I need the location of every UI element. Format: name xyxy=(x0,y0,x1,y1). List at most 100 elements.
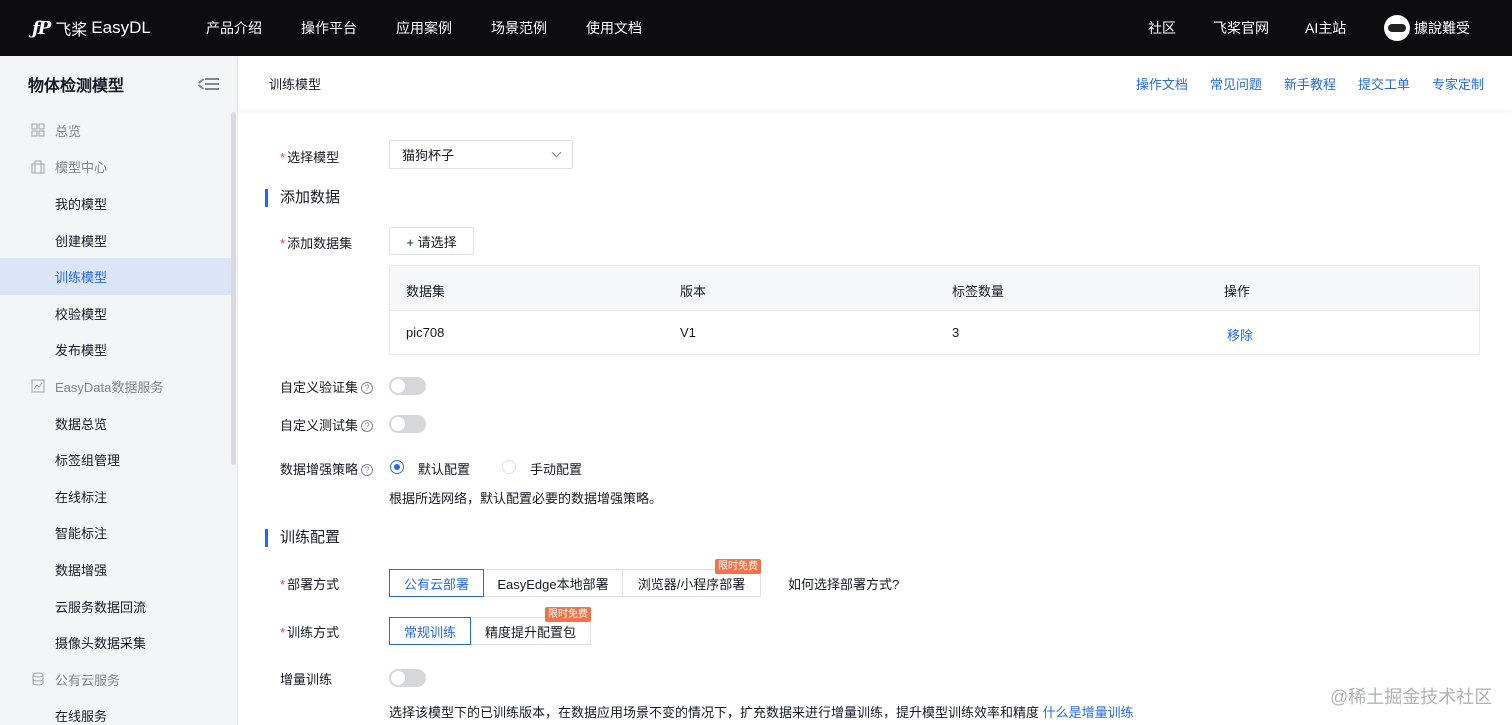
col-dataset: 数据集 xyxy=(406,284,446,299)
logo[interactable]: ƒP 飞桨 EasyDL xyxy=(32,16,182,40)
sidebar-item-label: 创建模型 xyxy=(55,233,108,249)
header-links: 操作文档 常见问题 新手教程 提交工单 专家定制 xyxy=(1114,56,1484,110)
sidebar-item[interactable]: 发布模型 xyxy=(0,332,232,369)
nav-item-products[interactable]: 产品介绍 xyxy=(206,18,262,38)
sidebar-item-label: 摄像头数据采集 xyxy=(55,636,147,652)
watermark: @稀土掘金技术社区 xyxy=(1330,687,1493,707)
train-mode-label: * 训练方式 xyxy=(280,625,340,640)
breadcrumb: 训练模型 xyxy=(269,76,322,92)
nav-item-platform[interactable]: 操作平台 xyxy=(301,18,357,38)
sidebar-item[interactable]: 总览 xyxy=(0,112,232,149)
incremental-help-link[interactable]: 什么是增量训练 xyxy=(1043,705,1134,720)
model-select[interactable]: 猫狗杯子 xyxy=(389,140,573,169)
help-icon[interactable]: ? xyxy=(361,382,374,394)
radio-default-label: 默认配置 xyxy=(418,462,471,477)
collapse-sidebar-icon[interactable] xyxy=(198,77,219,91)
sidebar-item-label: 发布模型 xyxy=(55,343,108,359)
radio-default-config[interactable] xyxy=(390,460,404,474)
deploy-public-cloud[interactable]: 公有云部署 xyxy=(389,569,484,597)
avatar xyxy=(1384,15,1410,41)
incremental-switch[interactable] xyxy=(389,669,426,687)
paddle-logo-icon: ƒP xyxy=(32,17,51,39)
add-dataset-button[interactable]: + 请选择 xyxy=(389,227,474,255)
link-tutorial[interactable]: 新手教程 xyxy=(1284,74,1336,93)
deploy-help-link[interactable]: 如何选择部署方式? xyxy=(788,574,899,593)
cell-labels: 3 xyxy=(952,325,960,340)
sidebar-item-label: 数据增强 xyxy=(55,562,108,578)
incremental-hint: 选择该模型下的已训练版本，在数据应用场景不变的情况下，扩充数据来进行增量训练，提… xyxy=(389,705,1134,720)
sidebar-item[interactable]: 在线标注 xyxy=(0,478,232,515)
sidebar-item[interactable]: 在线服务 xyxy=(0,698,232,725)
train-form: * 选择模型 猫狗杯子 添加数据 * 添加数据集 + 请选择 数据集 版本 标签数量… xyxy=(238,110,1512,725)
nav-item-paddle-site[interactable]: 飞桨官网 xyxy=(1213,18,1269,38)
col-labels: 标签数量 xyxy=(952,284,1005,299)
model-select-value: 猫狗杯子 xyxy=(402,148,455,163)
add-dataset-label: * 添加数据集 xyxy=(280,236,353,251)
section-add-data: 添加数据 xyxy=(265,189,340,207)
sidebar-item-label: 总览 xyxy=(55,123,82,139)
nav-item-docs[interactable]: 使用文档 xyxy=(586,18,642,38)
sidebar-item[interactable]: 数据总览 xyxy=(0,405,232,442)
sidebar-item[interactable]: 创建模型 xyxy=(0,222,232,259)
sidebar-item[interactable]: 校验模型 xyxy=(0,295,232,332)
sidebar-item[interactable]: 模型中心 xyxy=(0,149,232,186)
train-mode-precision[interactable]: 精度提升配置包 限时免费 xyxy=(470,607,591,645)
sidebar-item-label: 云服务数据回流 xyxy=(55,599,147,615)
deploy-browser[interactable]: 浏览器/小程序部署 限时免费 xyxy=(622,559,761,597)
deploy-easyedge[interactable]: EasyEdge本地部署 xyxy=(483,569,623,597)
section-train-config: 训练配置 xyxy=(265,529,340,547)
train-mode-regular[interactable]: 常规训练 xyxy=(389,617,471,645)
select-model-label: * 选择模型 xyxy=(280,150,340,165)
help-icon[interactable]: ? xyxy=(361,464,374,476)
link-docs[interactable]: 操作文档 xyxy=(1136,74,1188,93)
custom-val-switch[interactable] xyxy=(389,377,426,395)
sidebar-item[interactable]: 公有云服务 xyxy=(0,661,232,698)
custom-test-switch[interactable] xyxy=(389,415,426,433)
train-mode-options: 常规训练 精度提升配置包 限时免费 xyxy=(389,607,591,645)
cell-version: V1 xyxy=(680,325,696,340)
logo-cn-text: 飞桨 xyxy=(55,22,88,39)
content-header: 训练模型 操作文档 常见问题 新手教程 提交工单 专家定制 xyxy=(238,56,1512,110)
nav-item-cases[interactable]: 应用案例 xyxy=(396,18,452,38)
sidebar-title: 物体检测模型 xyxy=(28,78,125,95)
remove-dataset-link[interactable]: 移除 xyxy=(1227,325,1253,344)
building-icon xyxy=(31,160,45,174)
sidebar-item-label: 在线服务 xyxy=(55,709,108,725)
train-mode-precision-label: 精度提升配置包 xyxy=(484,624,576,640)
sidebar-item[interactable]: 摄像头数据采集 xyxy=(0,624,232,661)
radio-manual-label: 手动配置 xyxy=(530,462,583,477)
sidebar-item[interactable]: 云服务数据回流 xyxy=(0,588,232,625)
col-version: 版本 xyxy=(680,284,707,299)
dataset-table: 数据集 版本 标签数量 操作 pic708 V1 3 移除 xyxy=(389,265,1480,355)
nav-item-community[interactable]: 社区 xyxy=(1148,18,1176,38)
sidebar-item-label: 数据总览 xyxy=(55,416,108,432)
link-expert[interactable]: 专家定制 xyxy=(1432,74,1484,93)
sidebar-item-label: 训练模型 xyxy=(55,270,108,286)
sidebar-item-label: 我的模型 xyxy=(55,196,108,212)
sidebar-item[interactable]: 智能标注 xyxy=(0,515,232,552)
sidebar-item[interactable]: 训练模型 xyxy=(0,258,232,295)
sidebar-item[interactable]: 标签组管理 xyxy=(0,441,232,478)
custom-val-label: 自定义验证集? xyxy=(280,377,374,396)
sidebar-item-label: 标签组管理 xyxy=(55,453,121,469)
link-ticket[interactable]: 提交工单 xyxy=(1358,74,1410,93)
top-navbar: ƒP 飞桨 EasyDL 产品介绍 操作平台 应用案例 场景范例 使用文档 社区… xyxy=(0,0,1512,56)
sidebar-item[interactable]: 数据增强 xyxy=(0,551,232,588)
limited-free-badge: 限时免费 xyxy=(545,607,591,622)
sidebar-header: 物体检测模型 xyxy=(0,56,237,112)
logo-en-text: EasyDL xyxy=(91,18,151,37)
link-faq[interactable]: 常见问题 xyxy=(1210,74,1262,93)
help-icon[interactable]: ? xyxy=(361,420,374,432)
sidebar-item[interactable]: 我的模型 xyxy=(0,185,232,222)
sidebar-item-label: 公有云服务 xyxy=(55,672,121,688)
chart-icon xyxy=(31,379,45,393)
radio-manual-config[interactable] xyxy=(502,460,516,474)
sidebar-item[interactable]: EasyData数据服务 xyxy=(0,368,232,405)
user-menu[interactable]: 據說難受 xyxy=(1384,15,1470,41)
augment-label: 数据增强策略? xyxy=(280,459,374,478)
augment-hint: 根据所选网络，默认配置必要的数据增强策略。 xyxy=(389,491,663,506)
nav-item-ai-site[interactable]: AI主站 xyxy=(1305,18,1346,38)
sidebar-item-label: 模型中心 xyxy=(55,160,108,176)
sidebar-scrollbar[interactable] xyxy=(231,112,236,465)
nav-item-scenarios[interactable]: 场景范例 xyxy=(491,18,547,38)
